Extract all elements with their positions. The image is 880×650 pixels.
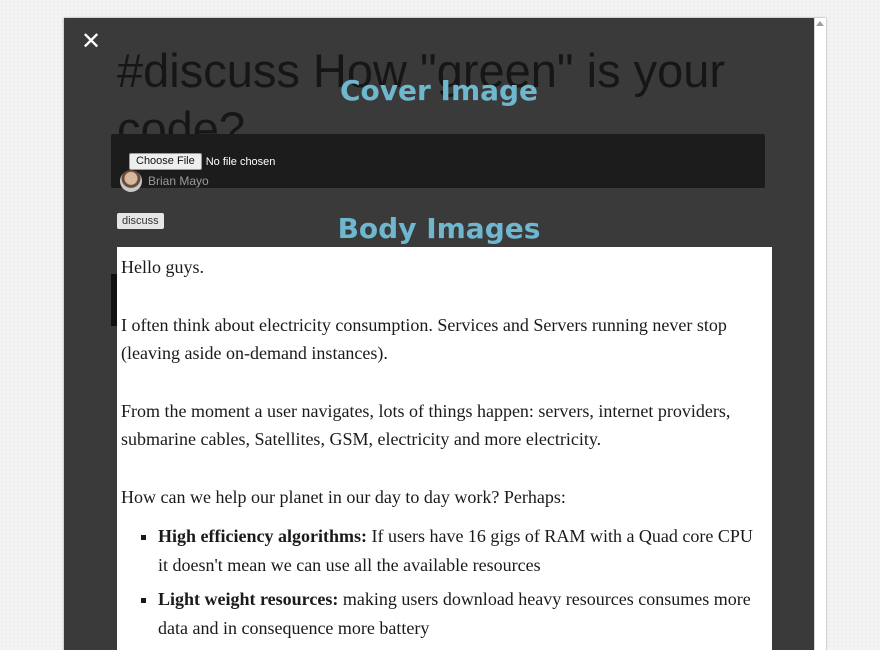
choose-file-button[interactable]: Choose File [129, 153, 202, 170]
list-item-title: High efficiency algorithms: [158, 526, 367, 546]
author-name: Brian Mayo [148, 174, 209, 188]
avatar [120, 170, 142, 192]
close-icon[interactable]: ✕ [80, 29, 102, 53]
paragraph: From the moment a user navigates, lots o… [121, 400, 731, 450]
paragraph: How can we help our planet in our day to… [121, 486, 566, 507]
list-item: High efficiency algorithms: If users hav… [158, 522, 762, 579]
file-input[interactable]: Choose File No file chosen [129, 153, 275, 170]
cover-image-heading: Cover Image [339, 74, 539, 107]
article-body-editor[interactable]: Hello guys. I often think about electric… [117, 247, 772, 650]
body-images-heading: Body Images [337, 212, 541, 245]
scrollbar[interactable] [814, 18, 826, 650]
scroll-up-arrow-icon[interactable] [816, 21, 824, 26]
cover-image-panel: Choose File No file chosen [111, 134, 765, 188]
author-info: Brian Mayo [120, 170, 209, 192]
file-status-text: No file chosen [205, 155, 276, 168]
list-item: Light weight resources: making users dow… [158, 585, 762, 642]
image-upload-modal: ✕ #discuss How "green" is your code? Cov… [64, 18, 826, 650]
bullet-list: High efficiency algorithms: If users hav… [158, 522, 762, 642]
list-item-title: Light weight resources: [158, 589, 339, 609]
paragraph: Hello guys. [121, 257, 204, 277]
paragraph: I often think about electricity consumpt… [121, 314, 727, 364]
